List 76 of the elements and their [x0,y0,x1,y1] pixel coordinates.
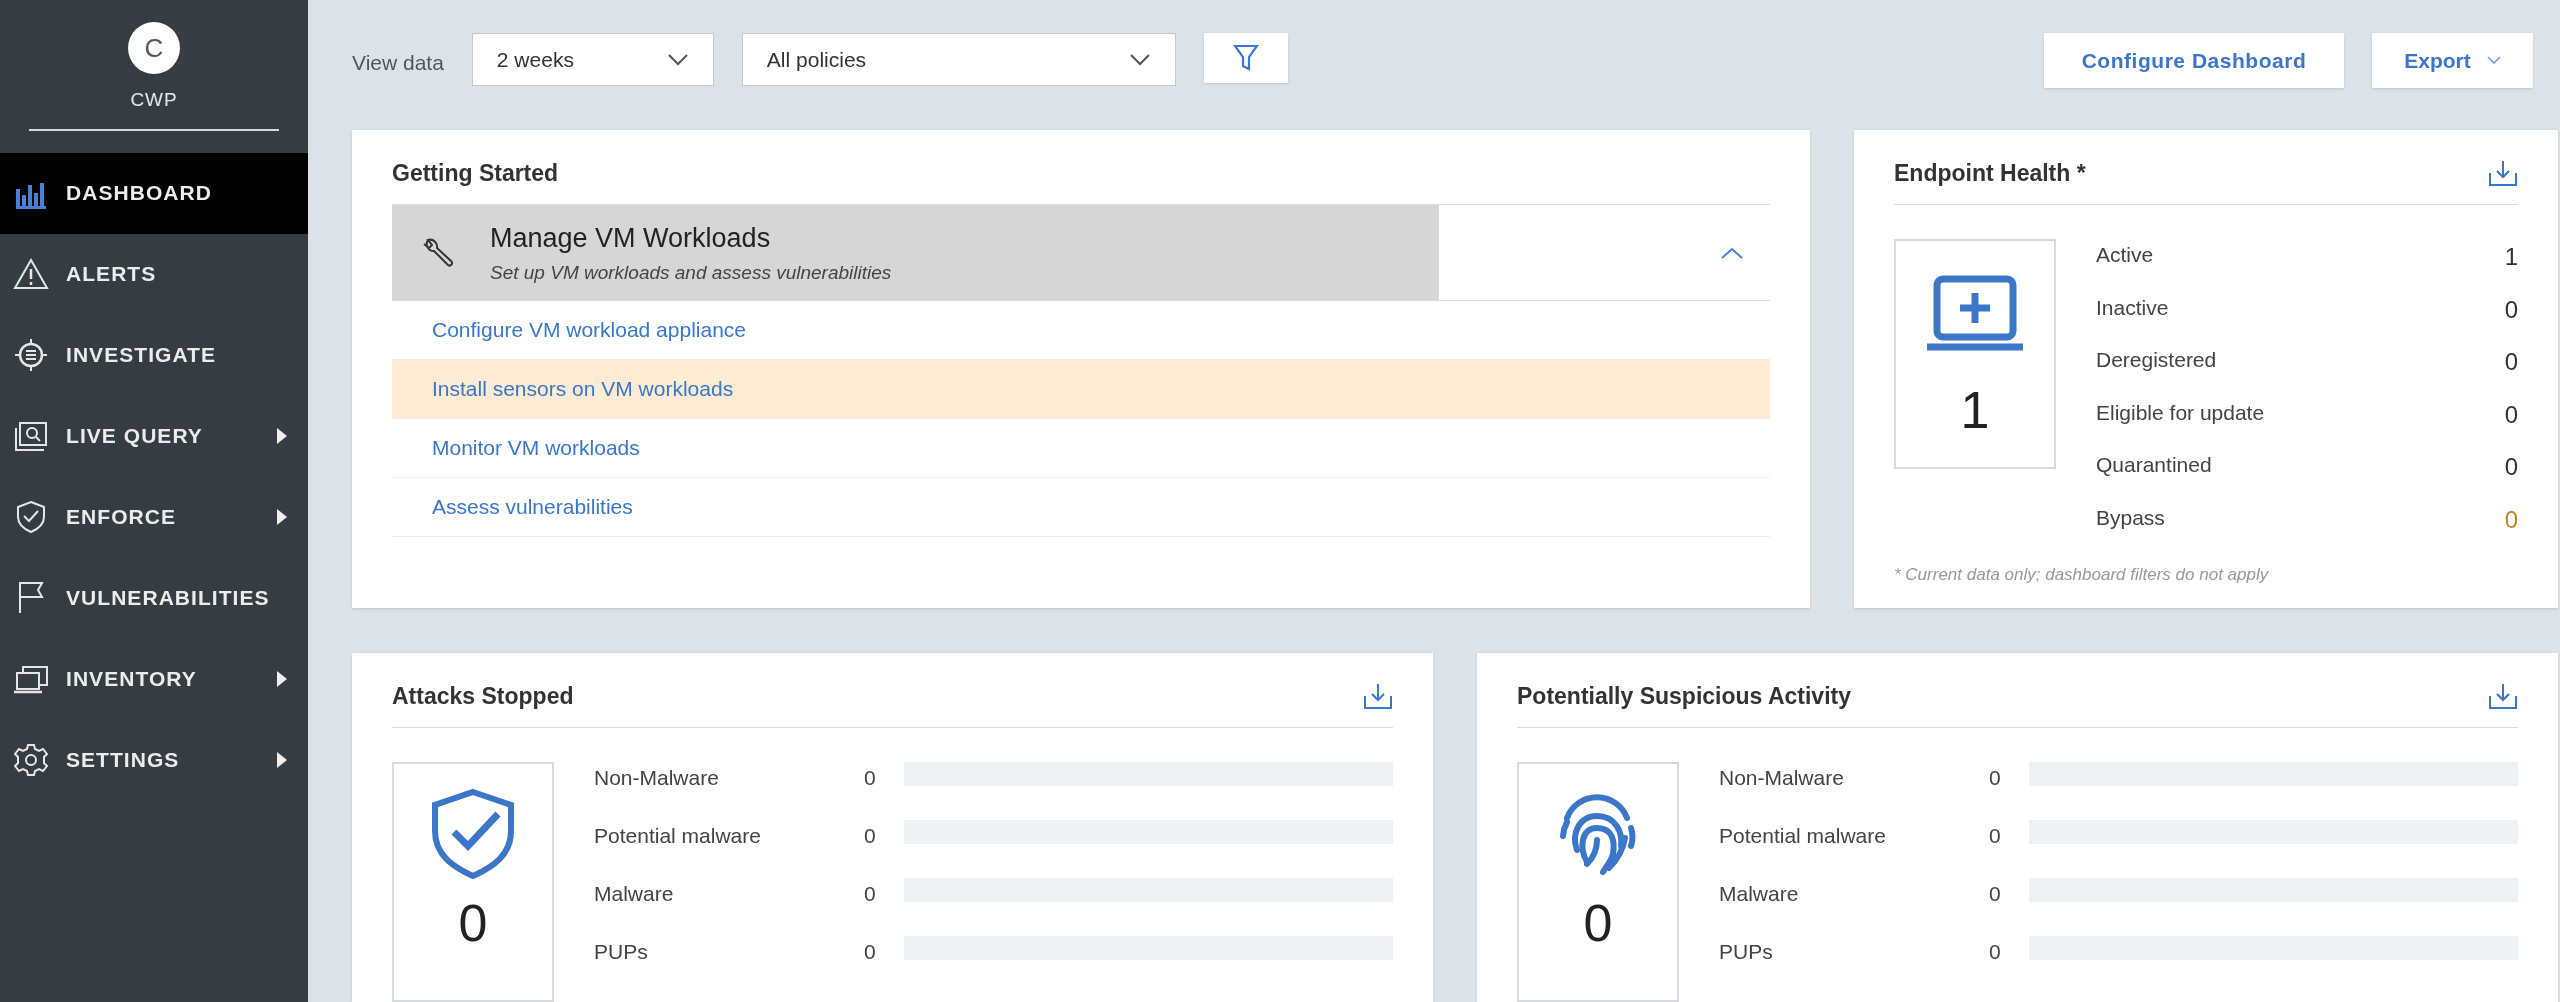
download-icon[interactable] [2488,681,2518,710]
category-label: PUPs [594,939,649,965]
footnote: * Current data only; dashboard filters do not apply [1894,564,2270,587]
status-label: Quarantined [2096,452,2212,479]
chevron-down-icon [666,52,689,67]
caret-right-icon [276,427,288,445]
download-icon[interactable] [2488,158,2518,187]
category-count: 0 [864,823,877,849]
section-title: Manage VM Workloads [490,222,772,256]
org-name: CWP [130,88,178,112]
category-count: 0 [1989,765,2002,791]
nav-item[interactable]: DASHBOARD [0,152,308,234]
caret-right-icon [276,508,288,526]
category-count: 0 [864,881,877,907]
period-dropdown[interactable]: 2 weeks [471,33,714,86]
total-count: 0 [458,893,488,954]
policy-dropdown[interactable]: All policies [741,33,1176,86]
endpoint-total: 1 [1960,380,1990,442]
shield-check-icon [15,500,47,534]
status-count: 0 [2504,347,2518,378]
card-title: Attacks Stopped [392,681,574,711]
devices-icon [13,664,49,694]
view-data-label: View data [352,50,444,76]
status-count: 0 [2504,452,2518,483]
nav-item[interactable]: INVENTORY [0,638,308,720]
status-count: 1 [2504,242,2518,273]
category-label: Non-Malware [594,765,720,791]
card-title: Potentially Suspicious Activity [1517,681,1851,711]
nav-item[interactable]: SETTINGS [0,719,308,801]
category-count: 0 [1989,823,2002,849]
category-label: Non-Malware [1719,765,1845,791]
settings-icon [14,743,48,777]
download-icon[interactable] [1363,681,1393,710]
category-count: 0 [864,765,877,791]
card-title: Endpoint Health * [1894,158,2086,188]
chevron-down-icon [1128,52,1151,67]
flag-icon [16,581,46,615]
configure-dashboard-button[interactable]: Configure Dashboard [2044,33,2344,88]
section-subtitle: Set up VM workloads and assess vulnerabilities [490,260,892,285]
org-avatar[interactable]: C [128,22,180,74]
chevron-down-icon [2486,56,2501,65]
filter-button[interactable] [1203,33,1288,83]
status-label: Deregistered [2096,347,2217,374]
task-link[interactable]: Assess vulnerabilities [392,478,1770,538]
category-count: 0 [1989,881,2002,907]
search-window-icon [14,420,48,452]
filter-icon [1232,44,1259,72]
crosshair-list-icon [14,338,48,372]
status-label: Bypass [2096,504,2165,531]
category-label: Potential malware [594,823,762,849]
section-header[interactable]: Manage VM Workloads Set up VM workloads and assess vulnerabilities [392,205,1770,302]
nav-item[interactable]: ALERTS [0,233,308,315]
status-label: Inactive [2096,294,2169,321]
nav-item[interactable]: ENFORCE [0,476,308,558]
chevron-up-icon[interactable] [1720,245,1744,260]
nav-item[interactable]: LIVE QUERY [0,395,308,477]
caret-right-icon [276,670,288,688]
task-link[interactable]: Install sensors on VM workloads [392,360,1770,420]
category-label: PUPs [1719,939,1774,965]
nav-item[interactable]: INVESTIGATE [0,314,308,396]
status-count: 0 [2504,399,2518,430]
category-count: 0 [1989,939,2002,965]
status-label: Active [2096,242,2154,269]
status-count: 0 [2504,294,2518,325]
category-label: Potential malware [1719,823,1887,849]
total-count: 0 [1583,893,1613,954]
status-label: Eligible for update [2096,399,2265,426]
category-count: 0 [864,939,877,965]
status-count: 0 [2504,504,2518,535]
warning-icon [13,257,49,291]
category-label: Malware [594,881,675,907]
caret-right-icon [276,751,288,769]
category-label: Malware [1719,881,1800,907]
export-button[interactable]: Export [2372,33,2533,88]
task-link[interactable]: Monitor VM workloads [392,419,1770,479]
nav-item[interactable]: VULNERABILITIES [0,557,308,639]
